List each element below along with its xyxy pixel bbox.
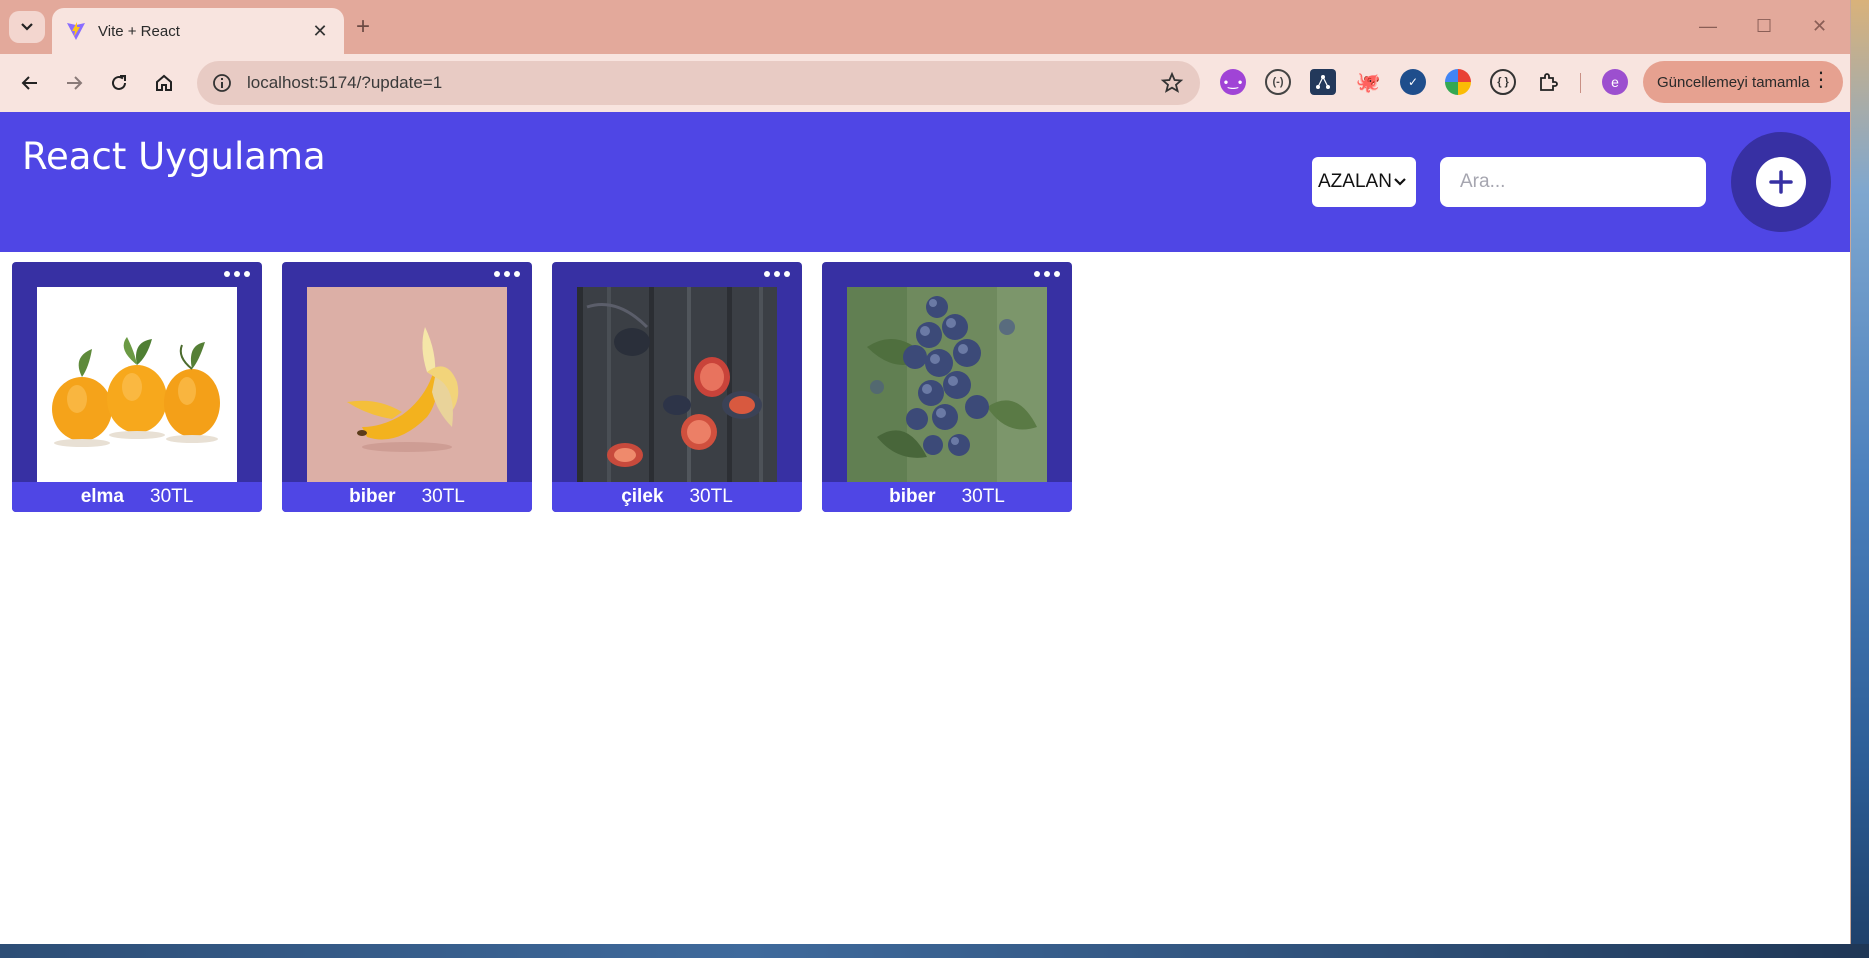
address-url[interactable]: localhost:5174/?update=1 [247, 73, 1160, 93]
vite-favicon-icon [67, 22, 85, 40]
product-price: 30TL [961, 486, 1005, 507]
product-card[interactable]: çilek 30TL [552, 262, 802, 512]
ext-purple-icon[interactable]: •‿• [1220, 69, 1246, 95]
sort-select[interactable]: AZALAN [1312, 157, 1416, 207]
product-image-oranges [37, 287, 237, 482]
tab-search-button[interactable] [9, 11, 45, 43]
product-name: çilek [621, 486, 664, 507]
extensions-puzzle-icon[interactable] [1535, 69, 1561, 95]
ext-braces-icon[interactable]: { } [1490, 69, 1516, 95]
product-price: 30TL [421, 486, 465, 507]
tab-bar: Vite + React ✕ + — ☐ ✕ [0, 0, 1850, 54]
ext-graph-icon[interactable] [1310, 69, 1336, 95]
more-options-icon[interactable] [224, 267, 250, 281]
more-options-icon[interactable] [764, 267, 790, 281]
product-name: biber [889, 486, 936, 507]
product-card[interactable]: biber 30TL [282, 262, 532, 512]
product-image-banana [307, 287, 507, 482]
app-header: React Uygulama AZALAN [0, 112, 1850, 252]
app-title: React Uygulama [22, 135, 326, 178]
chevron-down-icon [1394, 178, 1406, 186]
plus-icon [1756, 157, 1806, 207]
ext-bracket-icon[interactable]: (-) [1265, 69, 1291, 95]
update-button-label: Güncellemeyi tamamla [1657, 73, 1810, 91]
ext-check-icon[interactable]: ✓ [1400, 69, 1426, 95]
forward-icon[interactable] [60, 69, 88, 97]
product-footer: biber 30TL [822, 482, 1072, 512]
new-tab-button[interactable]: + [356, 14, 370, 40]
back-icon[interactable] [16, 69, 44, 97]
reload-icon[interactable] [105, 69, 133, 97]
product-card[interactable]: elma 30TL [12, 262, 262, 512]
product-price: 30TL [689, 486, 733, 507]
address-bar[interactable]: localhost:5174/?update=1 [197, 61, 1200, 105]
window-close-icon[interactable]: ✕ [1812, 14, 1827, 38]
product-image-blueberries [847, 287, 1047, 482]
tab-close-icon[interactable]: ✕ [310, 21, 330, 42]
maximize-icon[interactable]: ☐ [1756, 14, 1772, 38]
add-product-button[interactable] [1731, 132, 1831, 232]
product-image-figs [577, 287, 777, 482]
page-content: React Uygulama AZALAN Ara... elma 30TL b… [0, 112, 1850, 944]
search-input[interactable] [1440, 157, 1706, 207]
product-footer: elma 30TL [12, 482, 262, 512]
product-footer: çilek 30TL [552, 482, 802, 512]
browser-window: Vite + React ✕ + — ☐ ✕ localhost:5174/?u… [0, 0, 1851, 944]
site-info-icon[interactable] [211, 72, 233, 94]
ext-octopus-icon[interactable]: 🐙 [1355, 69, 1381, 95]
browser-tab[interactable]: Vite + React ✕ [52, 8, 344, 54]
browser-toolbar: localhost:5174/?update=1 [0, 54, 1850, 112]
product-price: 30TL [150, 486, 194, 507]
bookmark-star-icon[interactable] [1160, 71, 1184, 95]
desktop-background-bottom [0, 944, 1869, 958]
more-options-icon[interactable] [1034, 267, 1060, 281]
product-card[interactable]: biber 30TL [822, 262, 1072, 512]
product-footer: biber 30TL [282, 482, 532, 512]
sort-select-value: AZALAN [1318, 171, 1392, 192]
toolbar-separator [1580, 73, 1581, 93]
tab-title: Vite + React [98, 22, 180, 40]
chevron-down-icon [21, 23, 33, 31]
profile-avatar[interactable]: e [1602, 69, 1628, 95]
update-button[interactable]: Güncellemeyi tamamla ⋮ [1643, 61, 1843, 103]
more-options-icon[interactable] [494, 267, 520, 281]
desktop-background [1849, 0, 1869, 958]
browser-menu-icon[interactable]: ⋮ [1811, 69, 1831, 91]
product-name: elma [80, 486, 124, 507]
product-name: biber [349, 486, 396, 507]
minimize-icon[interactable]: — [1699, 14, 1717, 38]
home-icon[interactable] [150, 69, 178, 97]
ext-colorwheel-icon[interactable] [1445, 69, 1471, 95]
